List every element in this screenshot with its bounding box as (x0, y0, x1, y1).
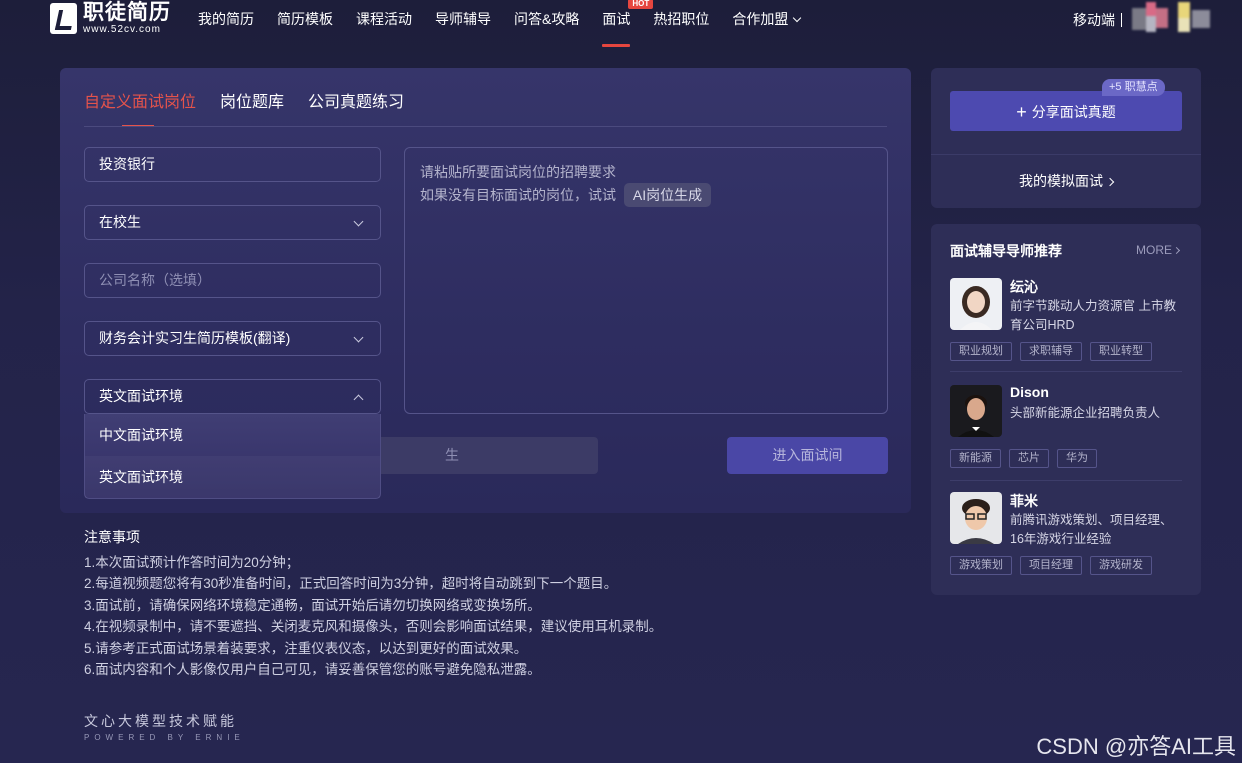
dropdown-option-chinese[interactable]: 中文面试环境 (85, 414, 380, 456)
nav-interview-label: 面试 (602, 11, 631, 27)
jd-hint-line1: 请粘贴所要面试岗位的招聘要求 (420, 164, 616, 180)
interview-tabs: 自定义面试岗位 岗位题库 公司真题练习 (84, 88, 428, 128)
nav-my-resume[interactable]: 我的简历 (198, 0, 254, 44)
mentor-name: 纭沁 (1010, 279, 1038, 295)
interview-setup-panel: 自定义面试岗位 岗位题库 公司真题练习 投资银行 在校生 公司名称（选填） 财务… (60, 68, 911, 513)
logo-icon (50, 3, 77, 34)
job-requirements-textarea[interactable]: 请粘贴所要面试岗位的招聘要求 如果没有目标面试的岗位，试试 AI岗位生成 (404, 147, 888, 414)
mentors-more-link[interactable]: MORE (1136, 243, 1181, 257)
tab-question-bank[interactable]: 岗位题库 (220, 88, 284, 128)
chevron-up-icon (353, 394, 364, 405)
user-avatar[interactable] (1132, 2, 1212, 32)
jd-hint-text: 如果没有目标面试的岗位，试试 (420, 187, 616, 203)
share-divider (931, 154, 1201, 155)
mock-link-label: 我的模拟面试 (1019, 173, 1103, 189)
mentor-tags: 职业规划 求职辅导 职业转型 (950, 342, 1160, 361)
nav-resume-templates[interactable]: 简历模板 (277, 0, 333, 44)
position-input[interactable]: 投资银行 (84, 147, 381, 182)
environment-dropdown: 中文面试环境 英文面试环境 (84, 414, 381, 499)
site-logo[interactable]: 职徒简历 www.52cv.com (50, 2, 171, 35)
note-item: 3.面试前，请确保网络环境稳定通畅，面试开始后请勿切换网络或变换场所。 (84, 597, 541, 613)
candidate-name-tail: 生 (445, 447, 459, 463)
plus-icon: + (1016, 102, 1027, 122)
more-label: MORE (1136, 243, 1172, 257)
note-item: 2.每道视频题您将有30秒准备时间，正式回答时间为3分钟，超时将自动跳到下一个题… (84, 576, 618, 592)
powered-by-ernie: 文心大模型技术赋能 POWERED BY ERNIE (84, 711, 245, 742)
mentor-tag: 职业转型 (1090, 342, 1152, 361)
csdn-watermark: CSDN @亦答AI工具 (1036, 734, 1236, 759)
ai-position-generate-button[interactable]: AI岗位生成 (623, 183, 712, 207)
mentor-tags: 游戏策划 项目经理 游戏研发 (950, 556, 1160, 575)
note-item: 1.本次面试预计作答时间为20分钟； (84, 555, 300, 570)
mentor-tag: 游戏研发 (1090, 556, 1152, 575)
mentor-name: Dison (1010, 384, 1049, 400)
mentor-desc: 前腾讯游戏策划、项目经理、16年游戏行业经验 (1010, 513, 1173, 546)
jd-hint-line2: 如果没有目标面试的岗位，试试 AI岗位生成 (420, 183, 872, 207)
powered-en: POWERED BY ERNIE (84, 733, 245, 742)
notes-title: 注意事项 (84, 529, 140, 545)
share-interview-button[interactable]: + 分享面试真题 (950, 91, 1182, 131)
mentor-tag: 游戏策划 (950, 556, 1012, 575)
mentor-panel: 面试辅导导师推荐 MORE 纭沁 前字节跳动人力资源官 上市教育公司HRD 职业… (931, 224, 1201, 595)
chevron-down-icon (353, 216, 364, 227)
share-panel: + 分享面试真题 +5 职慧点 我的模拟面试 (931, 68, 1201, 208)
mentor-tag: 芯片 (1009, 449, 1049, 468)
note-item: 6.面试内容和个人影像仅用户自己可见，请妥善保管您的账号避免隐私泄露。 (84, 662, 541, 678)
chevron-right-icon (1172, 246, 1181, 255)
mentor-tag: 职业规划 (950, 342, 1012, 361)
nav-hot-jobs[interactable]: 热招职位 (653, 0, 709, 44)
mentor-name: 菲米 (1010, 493, 1038, 509)
mentor-avatar (950, 492, 1002, 544)
notes-list: 1.本次面试预计作答时间为20分钟； 2.每道视频题您将有30秒准备时间，正式回… (84, 552, 662, 680)
company-input[interactable]: 公司名称（选填） (84, 263, 381, 298)
mentor-divider (950, 480, 1182, 481)
identity-select-value: 在校生 (99, 214, 141, 230)
dropdown-option-english[interactable]: 英文面试环境 (85, 456, 380, 498)
mentor-desc: 前字节跳动人力资源官 上市教育公司HRD (1010, 299, 1176, 332)
tab-custom-position[interactable]: 自定义面试岗位 (84, 88, 196, 128)
main-nav: 我的简历 简历模板 课程活动 导师辅导 问答&攻略 面试 HOT 热招职位 合作… (198, 0, 823, 47)
chevron-right-icon (1105, 177, 1115, 187)
mentor-panel-title: 面试辅导导师推荐 (950, 243, 1062, 259)
mentor-tag: 求职辅导 (1020, 342, 1082, 361)
mentor-tag: 华为 (1057, 449, 1097, 468)
note-item: 4.在视频录制中，请不要遮挡、关闭麦克风和摄像头，否则会影响面试结果，建议使用耳… (84, 619, 663, 635)
nav-qa[interactable]: 问答&攻略 (514, 0, 579, 44)
mentor-avatar (950, 385, 1002, 437)
nav-partnership[interactable]: 合作加盟 (732, 0, 802, 44)
hot-badge: HOT (628, 0, 654, 9)
mentor-tags: 新能源 芯片 华为 (950, 449, 1105, 468)
nav-courses[interactable]: 课程活动 (356, 0, 412, 44)
enter-interview-button[interactable]: 进入面试间 (727, 437, 888, 474)
mobile-link[interactable]: 移动端 (1073, 10, 1115, 30)
powered-cn: 文心大模型技术赋能 (84, 713, 237, 729)
logo-text: 职徒简历 (83, 1, 171, 24)
environment-select-value: 英文面试环境 (99, 388, 183, 404)
tabs-divider (84, 126, 887, 127)
chevron-down-icon (793, 13, 802, 23)
environment-select[interactable]: 英文面试环境 (84, 379, 381, 414)
mentor-tag: 新能源 (950, 449, 1001, 468)
nav-interview[interactable]: 面试 HOT (602, 0, 654, 47)
mentor-tag: 项目经理 (1020, 556, 1082, 575)
logo-url: www.52cv.com (83, 24, 161, 35)
tab-company-questions[interactable]: 公司真题练习 (308, 88, 404, 128)
mentor-avatar (950, 278, 1002, 330)
resume-template-value: 财务会计实习生简历模板(翻译) (99, 330, 291, 346)
mentor-divider (950, 371, 1182, 372)
identity-select[interactable]: 在校生 (84, 205, 381, 240)
nav-mentors[interactable]: 导师辅导 (435, 0, 491, 44)
chevron-down-icon (353, 332, 364, 343)
my-mock-interview-link[interactable]: 我的模拟面试 (931, 171, 1201, 191)
points-badge: +5 职慧点 (1102, 79, 1165, 96)
resume-template-select[interactable]: 财务会计实习生简历模板(翻译) (84, 321, 381, 356)
note-item: 5.请参考正式面试场景着装要求，注重仪表仪态，以达到更好的面试效果。 (84, 640, 528, 656)
share-button-label: 分享面试真题 (1031, 104, 1116, 120)
mentor-desc: 头部新能源企业招聘负责人 (1010, 406, 1161, 420)
top-navbar: 职徒简历 www.52cv.com 我的简历 简历模板 课程活动 导师辅导 问答… (0, 0, 1242, 47)
nav-divider (1121, 13, 1122, 27)
candidate-name-input[interactable]: 生 (365, 437, 598, 474)
nav-partnership-label: 合作加盟 (732, 11, 789, 27)
